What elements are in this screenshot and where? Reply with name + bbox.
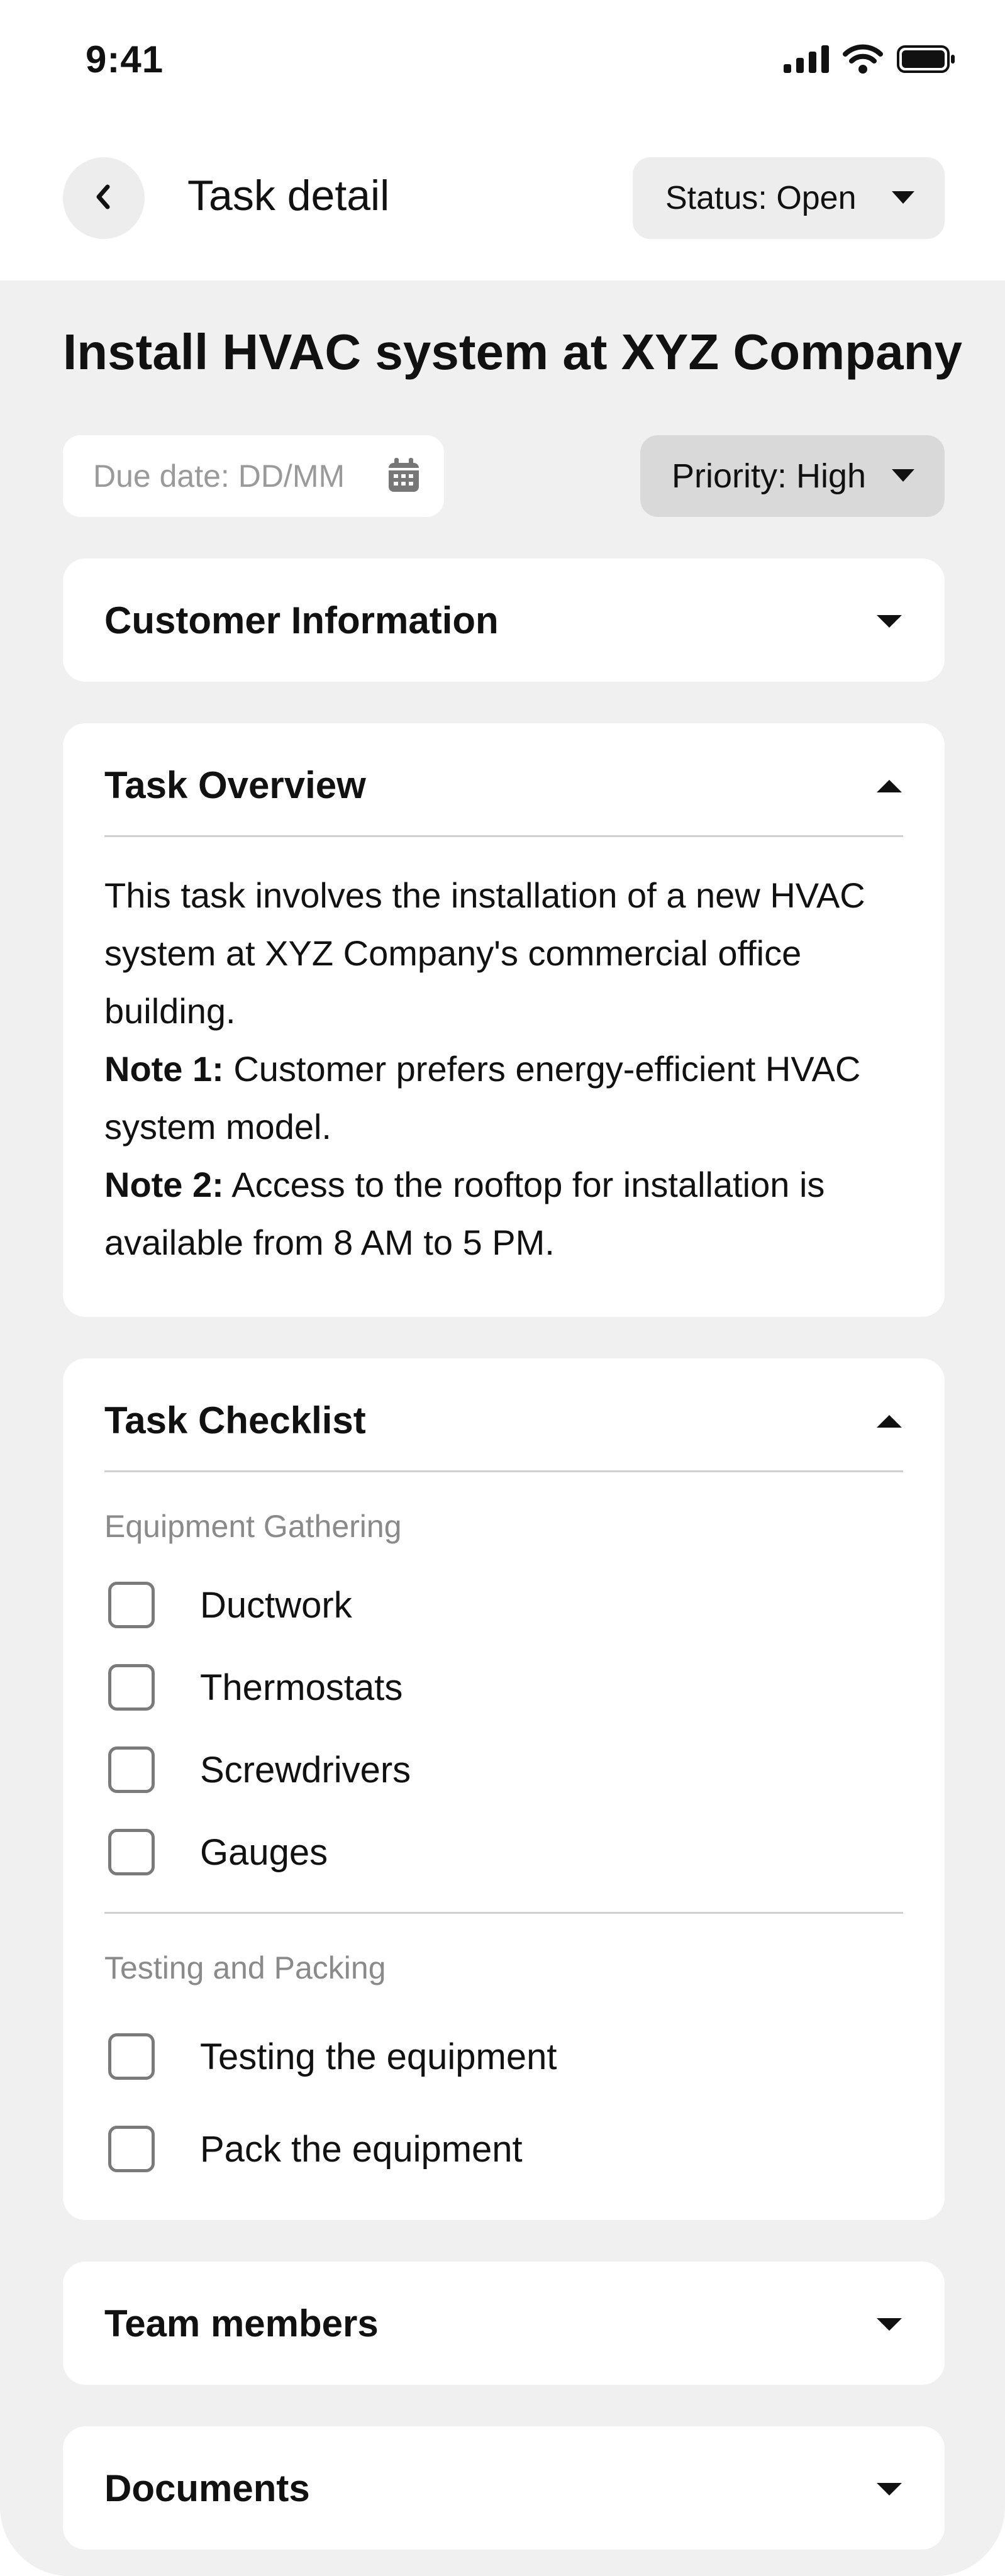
task-overview-section: Task Overview This task involves the ins… (63, 723, 945, 1317)
chevron-left-icon (91, 182, 116, 215)
checklist-item[interactable]: Testing the equipment (108, 2030, 557, 2083)
priority-dropdown-label: Priority: High (672, 457, 867, 495)
status-dropdown-label: Status: Open (665, 180, 857, 216)
top-bar: 9:41 Task detail Status: Open (0, 0, 1005, 280)
overview-description: This task involves the installation of a… (104, 875, 865, 1031)
checklist-item[interactable]: Pack the equipment (108, 2123, 523, 2175)
checklist-item-label: Thermostats (200, 1667, 403, 1708)
checkbox[interactable] (108, 1746, 155, 1793)
team-members-section: Team members (63, 2262, 945, 2385)
checklist-item-label: Pack the equipment (200, 2128, 523, 2170)
wifi-icon (843, 44, 883, 77)
group-divider (104, 1912, 903, 1914)
section-title: Task Checklist (104, 1399, 366, 1441)
checklist-item-label: Screwdrivers (200, 1749, 411, 1790)
task-title: Install HVAC system at XYZ Company (63, 324, 962, 380)
note-1-label: Note 1: (104, 1049, 224, 1089)
task-checklist-header[interactable]: Task Checklist (104, 1358, 903, 1482)
task-checklist-section: Task Checklist Equipment Gathering Ductw… (63, 1358, 945, 2220)
calendar-icon[interactable] (386, 457, 421, 497)
task-overview-header[interactable]: Task Overview (104, 723, 903, 847)
due-date-input[interactable] (93, 458, 382, 494)
team-members-header[interactable]: Team members (104, 2262, 903, 2385)
back-button[interactable] (63, 157, 145, 239)
checklist-item-label: Gauges (200, 1831, 328, 1873)
due-date-field[interactable] (63, 435, 444, 517)
note-2-label: Note 2: (104, 1165, 224, 1204)
checklist-item-label: Ductwork (200, 1584, 352, 1626)
caret-down-icon (875, 2317, 903, 2335)
checkbox[interactable] (108, 1829, 155, 1875)
task-overview-text: This task involves the installation of a… (104, 867, 903, 1272)
battery-icon (897, 45, 956, 77)
checklist-item[interactable]: Screwdrivers (108, 1743, 411, 1796)
checkbox[interactable] (108, 1582, 155, 1628)
cellular-signal-icon (784, 45, 829, 76)
checklist-item[interactable]: Thermostats (108, 1661, 403, 1714)
caret-down-icon (891, 468, 916, 486)
caret-down-icon (875, 2482, 903, 2500)
caret-up-icon (875, 779, 903, 797)
checklist-item[interactable]: Ductwork (108, 1579, 352, 1631)
checklist-item-label: Testing the equipment (200, 2036, 557, 2077)
status-bar: 9:41 (0, 0, 1005, 126)
documents-section: Documents (63, 2426, 945, 2550)
caret-down-icon (875, 614, 903, 632)
page-title: Task detail (187, 172, 390, 219)
checkbox[interactable] (108, 2126, 155, 2172)
status-time: 9:41 (86, 38, 164, 80)
documents-header[interactable]: Documents (104, 2426, 903, 2550)
caret-up-icon (875, 1414, 903, 1432)
section-title: Team members (104, 2302, 379, 2345)
section-divider (104, 1470, 903, 1472)
checklist-item[interactable]: Gauges (108, 1826, 328, 1879)
status-icons (784, 44, 956, 77)
section-title: Task Overview (104, 763, 366, 806)
section-divider (104, 835, 903, 837)
checkbox[interactable] (108, 2033, 155, 2080)
checkbox[interactable] (108, 1664, 155, 1711)
checklist-group-label: Equipment Gathering (104, 1509, 402, 1544)
customer-info-header[interactable]: Customer Information (104, 558, 903, 682)
section-title: Customer Information (104, 599, 499, 641)
section-title: Documents (104, 2467, 310, 2509)
caret-down-icon (891, 190, 916, 208)
customer-info-section: Customer Information (63, 558, 945, 682)
status-dropdown[interactable]: Status: Open (633, 157, 945, 239)
phone-screen: 9:41 Task detail Status: Open Install HV… (0, 0, 1005, 2576)
priority-dropdown[interactable]: Priority: High (640, 435, 945, 517)
checklist-group-label: Testing and Packing (104, 1950, 386, 1985)
